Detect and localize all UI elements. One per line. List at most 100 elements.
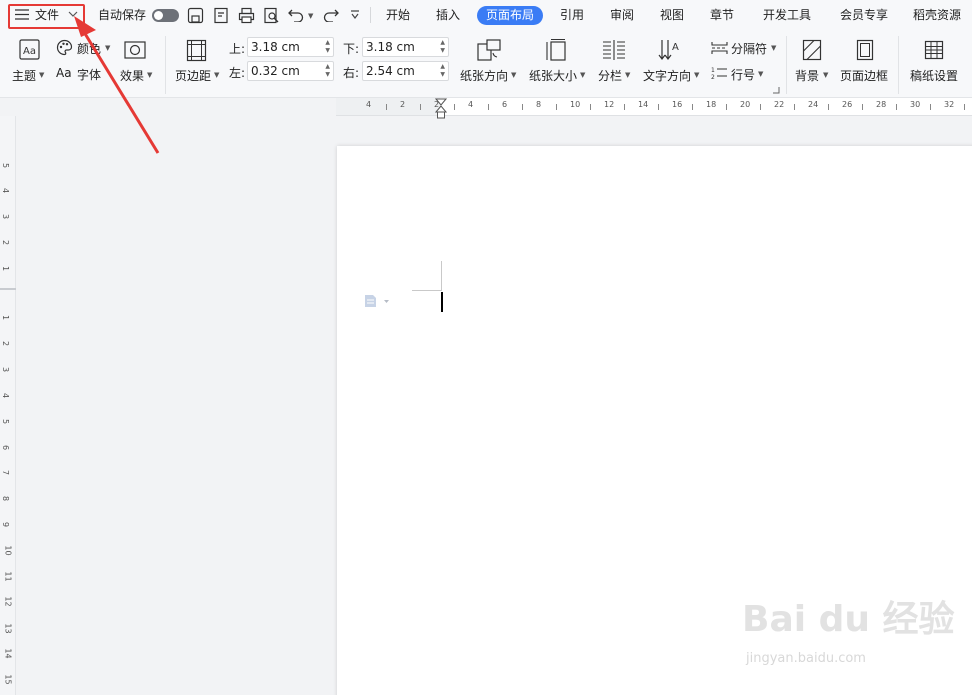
margin-left-input[interactable]: 0.32 cm ▲ ▼ <box>247 61 334 81</box>
svg-text:Aa: Aa <box>23 46 36 57</box>
tab-view[interactable]: 视图 <box>660 0 684 30</box>
spin-arrows-icon[interactable]: ▲ ▼ <box>325 63 330 79</box>
tab-chapter[interactable]: 章节 <box>710 0 734 30</box>
wps-writer-window: 文件 自动保存 ▼ 开始 插入 页面布局 引用 审阅 视图 章节 开发工具 会员… <box>0 0 972 695</box>
print-preview-icon[interactable] <box>263 7 280 24</box>
ruler-number: 6 <box>1 444 11 451</box>
tab-page-layout[interactable]: 页面布局 <box>477 6 544 25</box>
ruler-number: 15 <box>3 674 13 685</box>
spin-arrows-icon[interactable]: ▲ ▼ <box>440 63 445 79</box>
ruler-tick <box>624 104 625 110</box>
ruler-number: 20 <box>740 100 751 109</box>
ruler-tick <box>386 104 387 110</box>
text-direction-button[interactable]: A 文字方向 ▼ <box>641 38 703 88</box>
text-direction-icon: A <box>658 40 679 60</box>
tab-insert[interactable]: 插入 <box>436 0 460 30</box>
save-icon[interactable] <box>187 7 204 24</box>
paper-size-button[interactable]: 纸张大小 ▼ <box>527 38 589 88</box>
ruler-tick <box>522 104 523 110</box>
columns-dropdown-icon: ▼ <box>625 71 631 79</box>
redo-icon[interactable] <box>323 8 339 22</box>
undo-icon[interactable] <box>288 8 304 22</box>
spin-arrows-icon[interactable]: ▲ ▼ <box>440 39 445 55</box>
ruler-tick <box>964 104 965 110</box>
columns-button[interactable]: 分栏 ▼ <box>596 38 634 88</box>
paragraph-layout-icon[interactable] <box>364 294 390 308</box>
margin-bottom-input[interactable]: 3.18 cm ▲ ▼ <box>362 37 449 57</box>
breaks-button[interactable]: 分隔符 ▼ <box>711 38 781 58</box>
ruler-tick <box>862 104 863 110</box>
ruler-number: 4 <box>1 187 11 194</box>
ruler-number: 12 <box>3 596 13 607</box>
tab-member[interactable]: 会员专享 <box>840 0 888 30</box>
margin-right-input[interactable]: 2.54 cm ▲ ▼ <box>362 61 449 81</box>
page-border-icon <box>856 39 874 61</box>
ruler-tick <box>930 104 931 110</box>
margins-dropdown-icon: ▼ <box>214 71 220 79</box>
manuscript-grid-icon <box>924 40 944 60</box>
svg-text:A: A <box>672 42 679 53</box>
vertical-ruler-margin-mark <box>0 288 16 290</box>
orientation-icon <box>477 39 501 61</box>
manuscript-settings-button[interactable]: 稿纸设置 <box>907 38 963 88</box>
ruler-number: 24 <box>808 100 819 109</box>
ruler-number: 3 <box>1 213 11 220</box>
indent-marker-icon[interactable] <box>435 98 447 119</box>
ruler-number: 10 <box>570 100 581 109</box>
baidu-watermark-url: jingyan.baidu.com <box>746 651 866 666</box>
ruler-tick <box>420 104 421 110</box>
svg-text:2: 2 <box>711 74 715 80</box>
ruler-number: 30 <box>910 100 921 109</box>
undo-dropdown-icon[interactable]: ▼ <box>308 12 313 20</box>
svg-text:1: 1 <box>711 67 715 74</box>
line-numbers-icon: 12 <box>711 67 727 80</box>
margin-corner-vertical <box>441 261 442 291</box>
text-direction-dropdown-icon: ▼ <box>694 71 700 79</box>
ruler-number: 1 <box>1 314 11 321</box>
columns-label: 分栏 <box>598 69 623 83</box>
ribbon-separator <box>786 36 787 94</box>
margin-top-input[interactable]: 3.18 cm ▲ ▼ <box>247 37 334 57</box>
ruler-tick <box>658 104 659 110</box>
tab-developer[interactable]: 开发工具 <box>763 0 811 30</box>
ruler-number: 5 <box>1 162 11 169</box>
ruler-number: 32 <box>944 100 955 109</box>
ruler-tick <box>590 104 591 110</box>
margins-button[interactable]: 页边距 ▼ <box>172 38 224 88</box>
tab-review[interactable]: 审阅 <box>610 0 634 30</box>
breaks-label: 分隔符 <box>731 42 768 56</box>
background-dropdown-icon: ▼ <box>823 71 829 79</box>
ruler-tick <box>896 104 897 110</box>
horizontal-ruler[interactable]: 4 2 2 4 6 8 10 12 14 16 18 20 22 24 26 28 30 32 <box>336 98 972 116</box>
theme-button[interactable]: Aa 主题 ▼ <box>10 38 50 88</box>
customize-toolbar-icon[interactable] <box>350 10 360 20</box>
margins-label: 页边距 <box>175 69 212 83</box>
ruler-tick <box>794 104 795 110</box>
margin-right-label: 右: <box>343 66 360 80</box>
export-pdf-icon[interactable] <box>213 7 230 24</box>
line-numbers-label: 行号 <box>731 68 756 82</box>
ruler-number: 12 <box>604 100 615 109</box>
ribbon-separator <box>898 36 899 94</box>
orientation-button[interactable]: 纸张方向 ▼ <box>458 38 520 88</box>
tab-docer-resources[interactable]: 稻壳资源 <box>913 0 961 30</box>
dialog-launcher-icon[interactable] <box>773 87 780 94</box>
ruler-number: 28 <box>876 100 887 109</box>
ruler-margin-zone <box>336 98 440 115</box>
spin-arrows-icon[interactable]: ▲ ▼ <box>325 39 330 55</box>
tab-home[interactable]: 开始 <box>386 0 410 30</box>
ruler-number: 26 <box>842 100 853 109</box>
columns-icon <box>603 40 625 60</box>
ruler-tick <box>760 104 761 110</box>
page-border-button[interactable]: 页面边框 <box>840 38 892 88</box>
tab-references[interactable]: 引用 <box>560 0 584 30</box>
vertical-ruler[interactable]: 5 4 3 2 1 1 2 3 4 5 6 7 8 9 10 11 12 13 14 15 <box>0 116 16 695</box>
background-icon <box>802 39 822 61</box>
ruler-number: 6 <box>502 100 508 109</box>
line-numbers-button[interactable]: 12 行号 ▼ <box>711 63 771 83</box>
print-icon[interactable] <box>238 7 255 24</box>
background-button[interactable]: 背景 ▼ <box>793 38 831 88</box>
manuscript-settings-label: 稿纸设置 <box>910 69 959 83</box>
ruler-number: 8 <box>1 495 11 502</box>
ruler-number: 11 <box>3 571 13 582</box>
